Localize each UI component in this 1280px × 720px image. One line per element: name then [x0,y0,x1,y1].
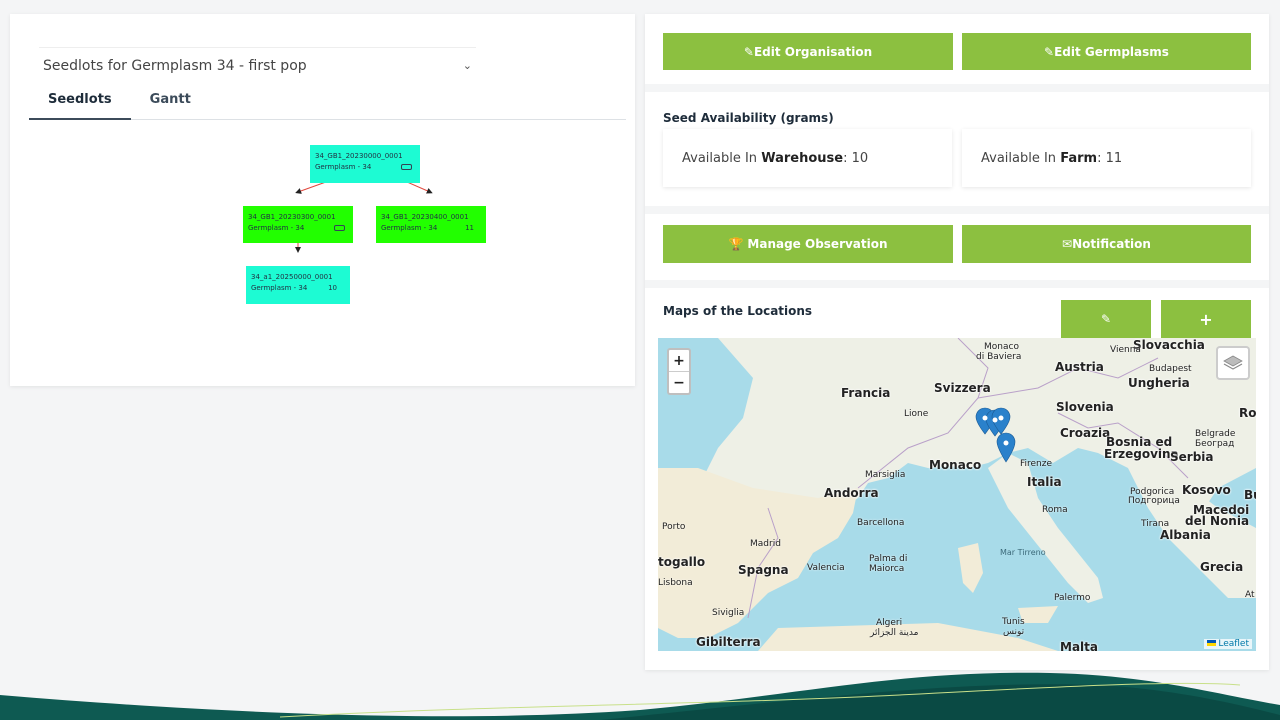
edit-organisation-button[interactable]: ✎ Edit Organisation [663,33,953,70]
edit-germplasms-label: Edit Germplasms [1054,44,1169,59]
node-germplasm: Germplasm - 34 [381,223,438,232]
zoom-control: + − [667,348,691,395]
plus-icon: + [1199,309,1213,329]
attribution-link: Leaflet [1218,639,1249,649]
edit-organisation-label: Edit Organisation [753,44,873,59]
seedlot-node[interactable]: 34_GB1_20230300_0001 Germplasm - 34 [243,206,353,243]
seedlot-tree: 34_GB1_20230000_0001 Germplasm - 34 34_G… [10,120,635,380]
farm-availability: Available In Farm: 11 [962,129,1251,187]
box-icon [334,225,345,232]
seedlot-node[interactable]: 34_GB1_20230000_0001 Germplasm - 34 [310,145,420,183]
divider [645,280,1269,288]
seedlot-select-value: Seedlots for Germplasm 34 - first pop [43,57,307,74]
pencil-icon: ✎ [1044,44,1055,59]
flag-icon [1207,640,1217,646]
map-markers [975,407,1016,463]
notification-button[interactable]: ✉ Notification [962,225,1251,263]
maps-title: Maps of the Locations [663,304,813,318]
edit-germplasms-button[interactable]: ✎ Edit Germplasms [962,33,1251,70]
pencil-icon: ✎ [1100,312,1112,326]
node-germplasm: Germplasm - 34 [248,223,305,232]
envelope-icon: ✉ [1062,237,1073,251]
zoom-in-button[interactable]: + [669,350,689,372]
seedlot-node[interactable]: 34_GB1_20230400_0001 Germplasm - 34 11 [376,206,486,243]
seedlot-node[interactable]: 34_a1_20250000_0001 Germplasm - 34 10 [246,266,350,304]
seedlot-select[interactable]: Seedlots for Germplasm 34 - first pop ⌄ [39,47,476,83]
layers-icon [1223,355,1243,370]
warehouse-prefix: Available In [682,150,758,166]
chevron-down-icon: ⌄ [462,59,472,72]
warehouse-place: Warehouse [761,150,844,166]
farm-prefix: Available In [981,150,1057,166]
box-icon [401,164,412,171]
pencil-icon: ✎ [743,44,754,59]
node-germplasm: Germplasm - 34 [251,283,308,292]
edit-map-button[interactable]: ✎ [1061,300,1151,338]
manage-observation-button[interactable]: 🏆 Manage Observation [663,225,953,263]
layers-button[interactable] [1216,346,1250,380]
node-id: 34_GB1_20230000_0001 [315,152,403,160]
divider [645,84,1269,92]
node-id: 34_GB1_20230300_0001 [248,213,336,221]
locations-map[interactable]: Francia Svizzera Austria Ungheria Sloven… [658,338,1256,651]
location-marker-icon [996,432,1016,463]
notification-label: Notification [1072,237,1151,251]
node-id: 34_GB1_20230400_0001 [381,213,469,221]
manage-observation-label: Manage Observation [747,237,888,251]
tab-bar: Seedlots Gantt [29,84,626,120]
trophy-icon: 🏆 [728,237,744,251]
map-attribution[interactable]: Leaflet [1204,639,1252,649]
divider [645,206,1269,214]
add-location-button[interactable]: + [1161,300,1251,338]
node-id: 34_a1_20250000_0001 [251,273,333,281]
farm-value: 11 [1105,150,1123,166]
node-germplasm: Germplasm - 34 [315,162,372,171]
farm-place: Farm [1060,150,1098,166]
zoom-out-button[interactable]: − [669,372,689,393]
node-value: 10 [328,283,337,292]
seedlots-card: Seedlots for Germplasm 34 - first pop ⌄ … [10,14,635,386]
node-value: 11 [465,223,474,232]
tab-gantt[interactable]: Gantt [131,84,210,120]
warehouse-value: 10 [851,150,869,166]
seed-availability-title: Seed Availability (grams) [663,111,834,125]
tab-seedlots[interactable]: Seedlots [29,84,131,120]
footer-wave [0,672,1280,720]
warehouse-availability: Available In Warehouse: 10 [663,129,952,187]
